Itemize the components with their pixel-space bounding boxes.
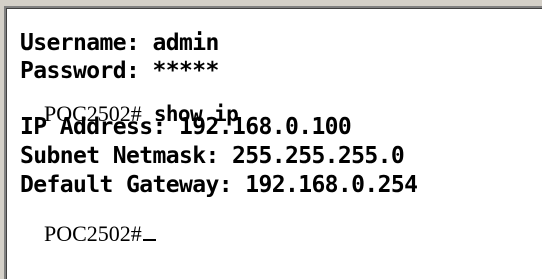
subnet-line: Subnet Netmask: 255.255.255.0 xyxy=(20,143,405,169)
password-line: Password: ***** xyxy=(20,58,219,84)
ip-address-line: IP Address: 192.168.0.100 xyxy=(20,114,352,140)
terminal-window: Username: admin Password: ***** POC2502#… xyxy=(0,0,542,279)
username-line: Username: admin xyxy=(20,30,219,56)
final-prompt: POC2502# xyxy=(44,221,142,246)
text-cursor xyxy=(142,239,156,241)
input-line[interactable]: POC2502# xyxy=(20,207,156,261)
terminal-screen[interactable]: Username: admin Password: ***** POC2502#… xyxy=(4,6,542,279)
gateway-line: Default Gateway: 192.168.0.254 xyxy=(20,172,418,198)
